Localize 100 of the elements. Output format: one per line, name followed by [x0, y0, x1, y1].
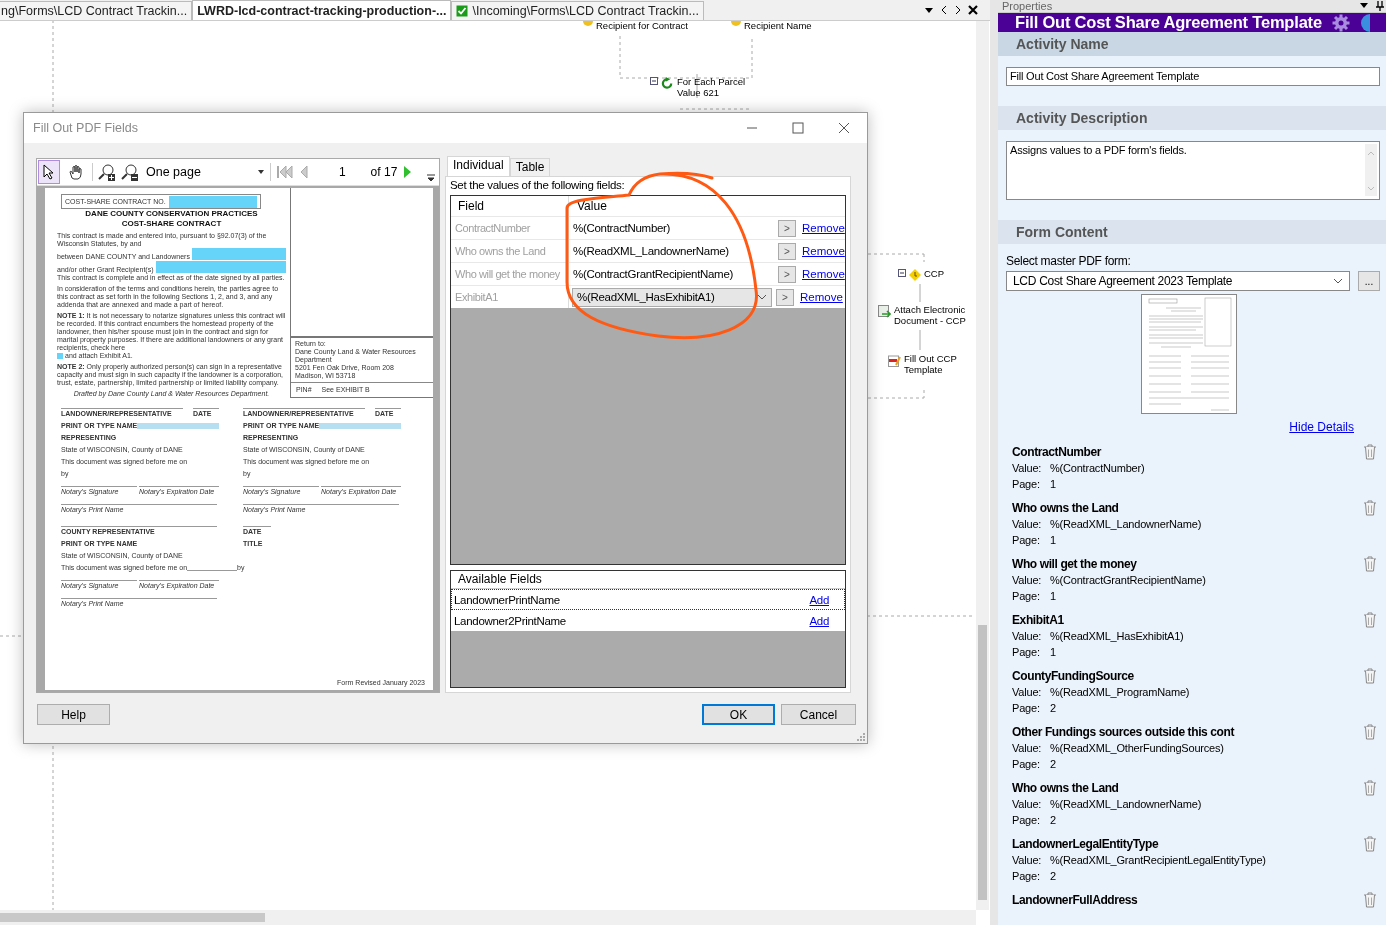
scrollbar[interactable] [1365, 144, 1377, 196]
description-field[interactable]: Assigns values to a PDF form's fields. [1006, 141, 1380, 200]
list-item[interactable]: Landowner2PrintName Add [451, 610, 845, 631]
scrollbar[interactable] [0, 910, 976, 925]
section-header: Activity Name [998, 32, 1386, 56]
settings-icon[interactable] [1331, 13, 1350, 32]
trash-icon[interactable] [1363, 444, 1377, 460]
pin-icon[interactable] [1376, 1, 1384, 11]
remove-link[interactable]: Remove [800, 291, 843, 303]
node-label[interactable]: For Each Parcel Value 621 [677, 76, 746, 98]
form-field[interactable] [168, 195, 257, 208]
trash-icon[interactable] [1363, 780, 1377, 796]
field-name: Other Fundings sources outside this cont [1012, 725, 1235, 739]
hide-details-link[interactable]: Hide Details [1289, 420, 1354, 434]
maximize-icon[interactable] [792, 122, 804, 134]
checkbox[interactable] [57, 353, 63, 359]
field-label: Page: [1012, 589, 1041, 604]
trash-icon[interactable] [1363, 556, 1377, 572]
form-field[interactable] [137, 423, 219, 429]
field-label: Value: [1012, 853, 1043, 868]
zoom-out-icon[interactable] [121, 163, 139, 181]
field-value: 2 [1050, 813, 1056, 828]
overflow-icon[interactable] [427, 173, 436, 181]
first-page-icon[interactable] [275, 165, 294, 179]
variable-icon [583, 21, 593, 27]
node-label[interactable]: Recipient for Contract [596, 20, 688, 31]
trash-icon[interactable] [1363, 724, 1377, 740]
activity-name-field[interactable]: Fill Out Cost Share Agreement Template [1006, 67, 1380, 86]
list-header: Available Fields [451, 571, 845, 589]
trash-icon[interactable] [1363, 892, 1377, 908]
value-cell[interactable]: %(ContractGrantRecipientName) [569, 268, 774, 280]
view-mode-dropdown[interactable]: One page [144, 165, 265, 179]
node-label[interactable]: Attach Electronic Document - CCP [894, 304, 966, 326]
trash-icon[interactable] [1363, 500, 1377, 516]
pdf-file-icon [888, 354, 901, 367]
field-value: %(ReadXML_GrantRecipientLegalEntityType) [1050, 853, 1266, 868]
next-page-icon[interactable] [402, 165, 413, 179]
remove-link[interactable]: Remove [802, 222, 845, 234]
next-icon[interactable] [954, 5, 962, 15]
list-item[interactable]: LandownerPrintName Add [451, 589, 845, 610]
value-dropdown[interactable]: %(ReadXML_HasExhibitA1) [572, 287, 772, 307]
value-cell[interactable]: %(ReadXML_LandownerName) [569, 245, 774, 257]
node-label[interactable]: Fill Out CCP Template [904, 353, 957, 375]
node-label[interactable]: CCP [924, 268, 945, 279]
remove-link[interactable]: Remove [802, 268, 845, 280]
document-tab[interactable]: LWRD-lcd-contract-tracking-production-... [192, 0, 452, 20]
trash-icon[interactable] [1363, 612, 1377, 628]
field-label: Value: [1012, 517, 1043, 532]
field-name: LandownerFullAddress [1012, 893, 1138, 907]
field-label: Page: [1012, 477, 1041, 492]
dropdown-icon[interactable] [1360, 3, 1368, 9]
browse-button[interactable]: ... [1358, 271, 1380, 291]
trash-icon[interactable] [1363, 668, 1377, 684]
field-name: ContractNumber [1012, 445, 1102, 459]
tool-button[interactable] [38, 160, 60, 184]
document-icon [878, 305, 891, 318]
diamond-icon [909, 269, 921, 281]
insert-button[interactable]: > [778, 219, 796, 237]
section-header: Form Content [998, 220, 1386, 244]
document-title: COST-SHARE CONTRACT [120, 219, 223, 229]
previous-icon[interactable] [940, 5, 948, 15]
form-field[interactable] [155, 261, 286, 273]
dialog-button[interactable]: OK [702, 704, 775, 725]
close-icon[interactable] [838, 122, 850, 134]
field-label: Page: [1012, 813, 1041, 828]
document-tab[interactable]: \Incoming\Forms\LCD Contract Trackin... [451, 1, 704, 20]
pdf-form-dropdown[interactable]: LCD Cost Share Agreement 2023 Template [1006, 271, 1350, 291]
value-cell[interactable]: %(ContractNumber) [569, 222, 774, 234]
document-tab[interactable]: ng\Forms\LCD Contract Trackin... [0, 1, 193, 20]
form-field[interactable] [319, 423, 401, 429]
pane-title: Properties [1002, 0, 1053, 12]
insert-button[interactable]: > [776, 288, 794, 306]
dialog-button[interactable]: Cancel [781, 704, 856, 725]
insert-button[interactable]: > [778, 242, 796, 260]
insert-button[interactable]: > [778, 265, 796, 283]
node-label[interactable]: Recipient Name [744, 20, 812, 31]
scrollbar[interactable] [976, 20, 989, 910]
field-value: 1 [1050, 589, 1056, 604]
field-name: LandownerLegalEntityType [1012, 837, 1159, 851]
previous-page-icon[interactable] [298, 165, 309, 179]
dialog-button[interactable]: Help [37, 704, 110, 725]
collapse-icon[interactable] [898, 269, 906, 277]
dropdown-icon[interactable] [924, 5, 934, 15]
field-label: Value: [1012, 797, 1043, 812]
field-value: 1 [1050, 477, 1056, 492]
field-value: %(ReadXML_ProgramName) [1050, 685, 1190, 700]
resize-grip-icon[interactable] [857, 733, 865, 741]
tab[interactable]: Table [509, 158, 551, 176]
collapse-icon[interactable] [650, 77, 658, 85]
field-label: Page: [1012, 757, 1041, 772]
zoom-in-icon[interactable] [98, 163, 116, 181]
trash-icon[interactable] [1363, 836, 1377, 852]
remove-link[interactable]: Remove [802, 245, 845, 257]
field-name: Who owns the Land [1012, 781, 1119, 795]
tab[interactable]: Individual [447, 156, 510, 176]
chevron-icon [1333, 278, 1343, 284]
close-icon[interactable] [968, 5, 978, 15]
form-field[interactable] [191, 248, 286, 260]
window-title: Fill Out PDF Fields [33, 121, 138, 135]
field-label: Value: [1012, 629, 1043, 644]
